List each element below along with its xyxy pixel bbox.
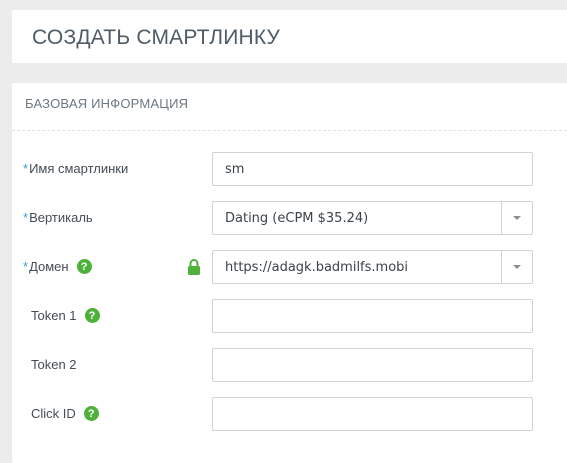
click-id-input[interactable] bbox=[212, 397, 533, 431]
chevron-down-icon bbox=[513, 216, 521, 220]
domain-row: * Домен ? https://adagk.badmilfs.mobi bbox=[12, 250, 567, 284]
token2-input[interactable] bbox=[212, 348, 533, 382]
page-title: СОЗДАТЬ СМАРТЛИНКУ bbox=[32, 26, 281, 49]
help-icon[interactable]: ? bbox=[83, 406, 99, 421]
domain-label: * Домен ? bbox=[23, 259, 92, 274]
help-icon[interactable]: ? bbox=[76, 259, 92, 274]
token1-label-text: Token 1 bbox=[31, 308, 77, 323]
token1-row: Token 1 ? bbox=[12, 299, 567, 333]
vertical-label: * Вертикаль bbox=[23, 210, 93, 225]
domain-select[interactable]: https://adagk.badmilfs.mobi bbox=[212, 250, 533, 284]
click-id-label: Click ID ? bbox=[31, 406, 99, 421]
token1-label: Token 1 ? bbox=[31, 308, 100, 323]
domain-select-value: https://adagk.badmilfs.mobi bbox=[225, 259, 409, 275]
name-label-text: Имя смартлинки bbox=[29, 161, 129, 176]
vertical-label-text: Вертикаль bbox=[29, 210, 93, 225]
smartlink-name-input[interactable] bbox=[212, 152, 533, 186]
lock-icon bbox=[188, 259, 200, 275]
name-row: * Имя смартлинки bbox=[12, 152, 567, 186]
token2-row: Token 2 bbox=[12, 348, 567, 382]
domain-label-text: Домен bbox=[29, 259, 69, 274]
section-title: БАЗОВАЯ ИНФОРМАЦИЯ bbox=[25, 96, 189, 111]
help-icon[interactable]: ? bbox=[84, 308, 100, 323]
page-header: СОЗДАТЬ СМАРТЛИНКУ bbox=[12, 10, 567, 63]
vertical-row: * Вертикаль Dating (eCPM $35.24) bbox=[12, 201, 567, 235]
token2-label-text: Token 2 bbox=[31, 357, 77, 372]
vertical-select-value: Dating (eCPM $35.24) bbox=[225, 210, 369, 226]
chevron-down-icon bbox=[513, 265, 521, 269]
required-mark: * bbox=[23, 259, 29, 274]
vertical-select[interactable]: Dating (eCPM $35.24) bbox=[212, 201, 533, 235]
basic-info-card: БАЗОВАЯ ИНФОРМАЦИЯ * Имя смартлинки * Ве… bbox=[12, 83, 567, 463]
section-divider bbox=[12, 130, 567, 131]
click-id-row: Click ID ? bbox=[12, 397, 567, 431]
name-label: * Имя смартлинки bbox=[23, 161, 128, 176]
click-id-label-text: Click ID bbox=[31, 406, 76, 421]
token2-label: Token 2 bbox=[31, 357, 77, 372]
required-mark: * bbox=[23, 161, 29, 176]
required-mark: * bbox=[23, 210, 29, 225]
token1-input[interactable] bbox=[212, 299, 533, 333]
vertical-dropdown-toggle[interactable] bbox=[501, 202, 532, 234]
domain-dropdown-toggle[interactable] bbox=[501, 251, 532, 283]
